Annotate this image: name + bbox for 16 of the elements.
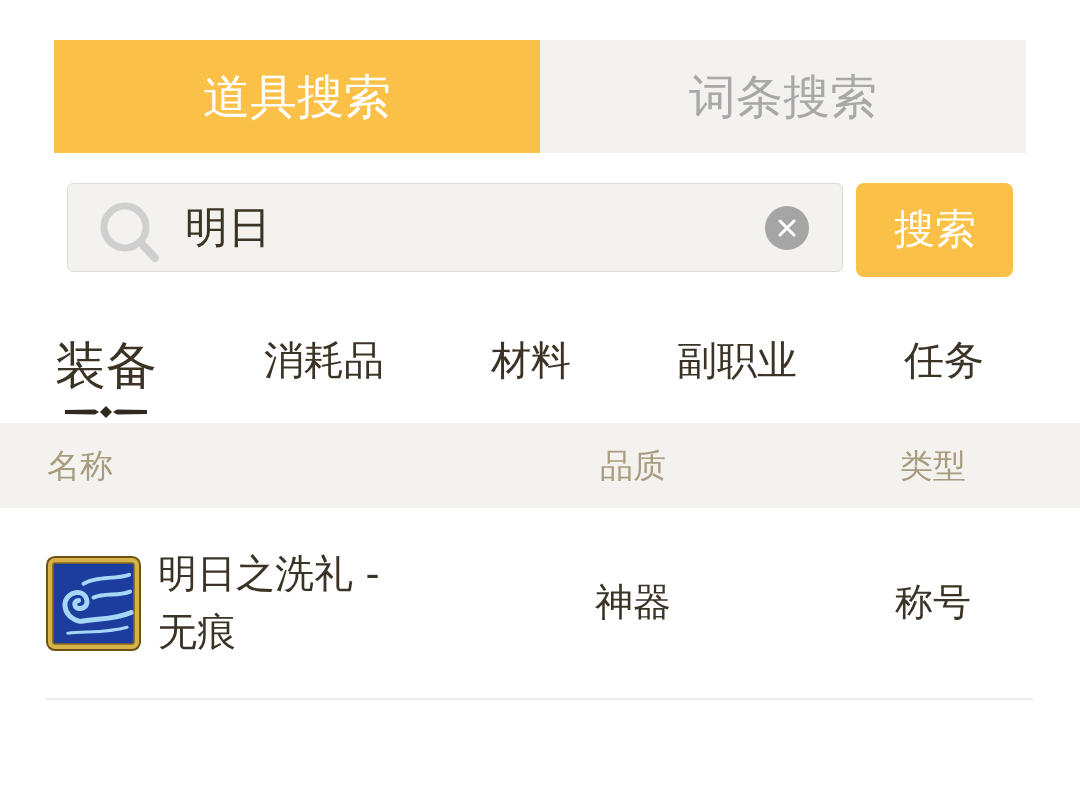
category-tab[interactable]: 装备 — [55, 340, 157, 419]
category-tab[interactable]: 材料 — [490, 340, 571, 380]
column-header: 类型 — [900, 445, 966, 486]
category-tab[interactable]: 任务 — [904, 340, 984, 380]
item-type: 称号 — [895, 580, 971, 626]
clear-icon[interactable] — [765, 206, 809, 250]
search-icon — [98, 200, 160, 264]
item-name[interactable]: 明日之洗礼 - 无痕 — [158, 545, 408, 661]
column-header: 品质 — [600, 445, 666, 486]
wind-swirl-icon — [46, 555, 141, 651]
category-tab[interactable]: 消耗品 — [263, 340, 384, 380]
item-quality: 神器 — [595, 580, 671, 626]
search-field[interactable]: 明日 — [67, 183, 843, 272]
column-header: 名称 — [47, 445, 114, 486]
category-tab[interactable]: 副职业 — [677, 340, 798, 380]
diamond-divider-icon — [65, 405, 147, 419]
